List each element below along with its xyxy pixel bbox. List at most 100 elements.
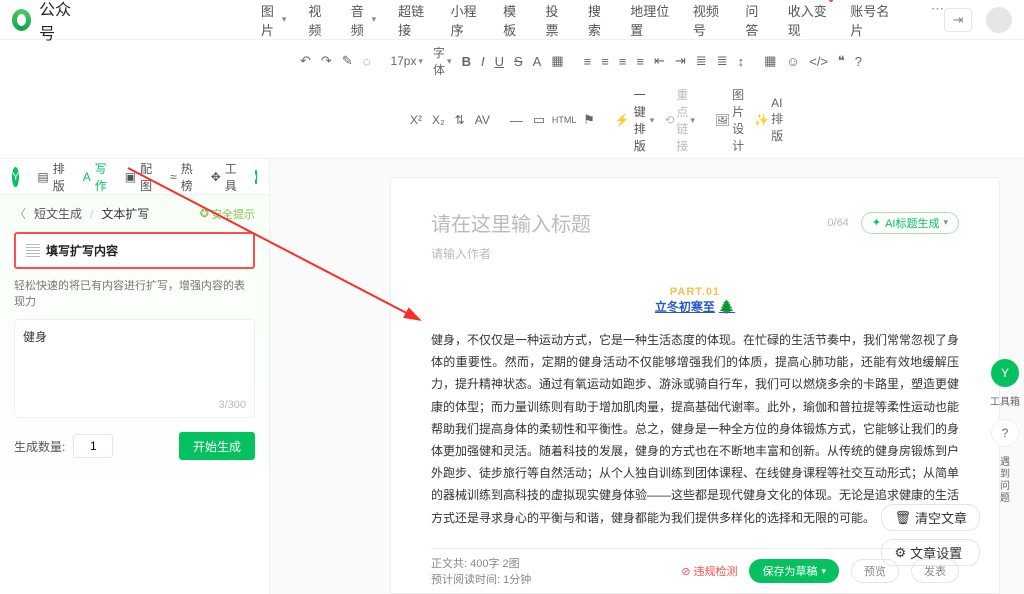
rail-help-label: 遇到问题 — [1000, 457, 1010, 505]
word-count: 正文共: 400字 2图 预计阅读时间: 1分钟 — [431, 555, 531, 587]
redo-icon[interactable]: ↷ — [321, 52, 332, 70]
ai-layout[interactable]: ✨AI排版 — [754, 96, 783, 144]
expand-textarea[interactable] — [23, 328, 246, 406]
nav-audio[interactable]: 音频▾ — [351, 1, 376, 39]
logo-icon — [12, 9, 31, 31]
expand-textarea-wrap: 3/300 — [14, 319, 255, 418]
nav-channel[interactable]: 视频号 — [693, 1, 724, 39]
title-counter: 0/64 — [827, 217, 848, 229]
align-right-icon[interactable]: ≡ — [619, 52, 627, 70]
nav-video[interactable]: 视频 — [308, 1, 328, 39]
violation-check[interactable]: ⊘违规检测 — [681, 563, 737, 579]
nav-qa[interactable]: 问答 — [745, 1, 765, 39]
nav-card[interactable]: 账号名片 — [850, 1, 891, 39]
char-counter: 3/300 — [218, 399, 246, 411]
text-color-icon[interactable]: A — [533, 52, 542, 70]
plugin-logo-icon[interactable]: Y — [12, 167, 19, 187]
article-settings-button[interactable]: ⚙文章设置 — [881, 539, 980, 566]
plugin-toggle[interactable] — [255, 170, 257, 184]
anchor-icon[interactable]: ⚑ — [583, 111, 595, 129]
save-draft-button[interactable]: 保存为草稿▾ — [749, 559, 839, 583]
brush-icon[interactable]: ✎ — [342, 52, 353, 70]
breadcrumb-parent[interactable]: 短文生成 — [34, 205, 82, 222]
nav-miniapp[interactable]: 小程序 — [451, 1, 482, 39]
section-badge: PART.01 立冬初寒至🌲 — [431, 286, 959, 315]
editor-footer: 正文共: 400字 2图 预计阅读时间: 1分钟 ⊘违规检测 保存为草稿▾ 预览… — [431, 548, 959, 587]
back-icon[interactable]: 〈 — [14, 205, 26, 222]
breadcrumb: 〈 短文生成 / 文本扩写 ✪安全提示 — [14, 205, 255, 222]
nav-more-icon[interactable]: ⋯ — [931, 1, 944, 39]
expand-input-title: 填写扩写内容 — [46, 242, 118, 259]
font-family-select[interactable]: 字体▾ — [433, 44, 452, 78]
html-icon[interactable]: HTML — [555, 111, 573, 129]
indent-dec-icon[interactable]: ⇤ — [654, 52, 665, 70]
gen-count-label: 生成数量: — [14, 438, 65, 455]
rail-help-icon[interactable]: ? — [991, 419, 1019, 447]
nav-vote[interactable]: 投票 — [546, 1, 566, 39]
align-left-icon[interactable]: ≡ — [584, 52, 592, 70]
align-center-icon[interactable]: ≡ — [601, 52, 609, 70]
title-input[interactable]: 请在这里输入标题 — [431, 208, 815, 237]
right-rail: Y 工具箱 ? 遇到问题 — [990, 359, 1020, 505]
emoji-icon[interactable]: ☺ — [786, 52, 799, 70]
ol-icon[interactable]: ≣ — [696, 52, 707, 70]
underline-icon[interactable]: U — [495, 52, 504, 70]
gen-count-input[interactable] — [73, 434, 113, 458]
bold-icon[interactable]: B — [462, 52, 471, 70]
tab-hot[interactable]: ≈热榜 — [170, 160, 193, 194]
font-size-select[interactable]: 17px▾ — [390, 54, 423, 68]
image-design[interactable]: 🖼图片设计 — [715, 86, 744, 154]
tab-write[interactable]: A写作 — [83, 160, 107, 194]
safety-tip[interactable]: ✪安全提示 — [200, 206, 255, 222]
generate-button[interactable]: 开始生成 — [179, 432, 255, 460]
align-justify-icon[interactable]: ≡ — [636, 52, 644, 70]
quote-icon[interactable]: ❝ — [838, 52, 845, 70]
nav-link[interactable]: 超链接 — [398, 1, 429, 39]
tab-image[interactable]: ▣配图 — [125, 160, 152, 194]
hr-icon[interactable]: — — [510, 111, 523, 129]
article-body[interactable]: 健身，不仅仅是一种运动方式，它是一种生活态度的体现。在忙碌的生活节奏中，我们常常… — [431, 329, 959, 529]
bg-color-icon[interactable]: ▦ — [551, 52, 563, 70]
left-panel: Y ▤排版 A写作 ▣配图 ≈热榜 ✥工具 〈 短文生成 / 文本扩写 ✪安全提… — [0, 159, 270, 594]
nav-image[interactable]: 图片▾ — [261, 1, 286, 39]
ai-title-button[interactable]: ✦AI标题生成▾ — [861, 212, 959, 234]
nav-location[interactable]: 地理位置 — [630, 1, 671, 39]
line-height-select[interactable]: ⇅ — [455, 113, 465, 127]
table-icon[interactable]: ▦ — [764, 52, 776, 70]
nav-monetize[interactable]: 收入变现 — [788, 1, 829, 39]
clear-format-icon[interactable]: ◌ — [363, 52, 371, 70]
breadcrumb-current: 文本扩写 — [101, 205, 149, 222]
undo-icon[interactable]: ↶ — [300, 52, 311, 70]
help-icon[interactable]: ? — [855, 52, 862, 70]
ul-icon[interactable]: ≣ — [717, 52, 728, 70]
section-icon[interactable]: ▭ — [533, 111, 545, 129]
strike-icon[interactable]: S — [514, 52, 523, 70]
italic-icon[interactable]: I — [481, 52, 485, 70]
gear-icon: ⚙ — [894, 545, 906, 561]
exit-button[interactable]: ⇥ — [944, 8, 972, 32]
notes-icon — [26, 244, 40, 258]
nav-search[interactable]: 搜索 — [588, 1, 608, 39]
editor-area: 请在这里输入标题 0/64 ✦AI标题生成▾ 请输入作者 PART.01 立冬初… — [270, 159, 1024, 594]
author-input[interactable]: 请输入作者 — [431, 245, 491, 262]
expand-input-desc: 轻松快速的将已有内容进行扩写，增强内容的表现力 — [14, 277, 255, 309]
brand-title: 公众号 — [39, 0, 81, 44]
reset-link[interactable]: ⟲重点链接▾ — [664, 86, 695, 154]
nav-template[interactable]: 模板 — [503, 1, 523, 39]
one-click-layout[interactable]: ⚡一键排版▾ — [615, 86, 655, 154]
line-height-icon[interactable]: ↕ — [738, 52, 745, 70]
code-icon[interactable]: </> — [810, 52, 828, 70]
avatar[interactable] — [986, 7, 1012, 33]
part-number: PART.01 — [431, 286, 959, 298]
part-title: 立冬初寒至🌲 — [655, 298, 735, 315]
indent-inc-icon[interactable]: ⇥ — [675, 52, 686, 70]
clear-article-button[interactable]: 🗑清空文章 — [881, 504, 980, 531]
tab-typeset[interactable]: ▤排版 — [37, 160, 64, 194]
subscript-icon[interactable]: X₂ — [432, 113, 445, 127]
superscript-icon[interactable]: X² — [410, 113, 422, 127]
tab-tools[interactable]: ✥工具 — [211, 160, 237, 194]
letter-spacing-select[interactable]: AV — [475, 113, 490, 127]
top-bar: 公众号 图片▾ 视频 音频▾ 超链接 小程序 模板 投票 搜索 地理位置 视频号… — [0, 0, 1024, 40]
expand-input-header: 填写扩写内容 — [14, 232, 255, 269]
rail-toolbox-icon[interactable]: Y — [991, 359, 1019, 387]
